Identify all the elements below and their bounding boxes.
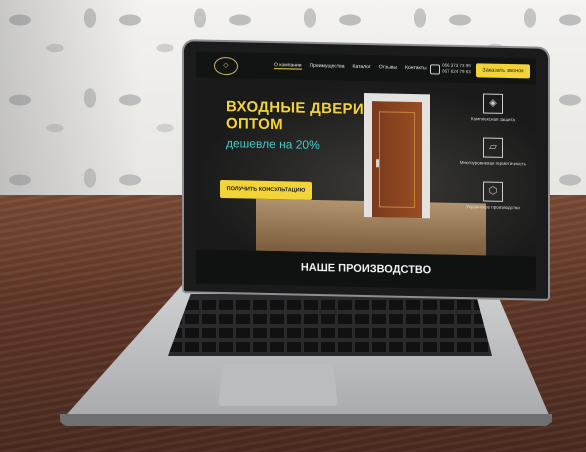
- production-section: НАШЕ ПРОИЗВОДСТВО: [196, 249, 536, 291]
- call-request-button[interactable]: Заказать звонок: [476, 63, 530, 79]
- hero-section: ВХОДНЫЕ ДВЕРИ ОПТОМ дешевле на 20% ПОЛУЧ…: [196, 77, 536, 257]
- menu-item-catalog[interactable]: Каталог: [353, 64, 371, 71]
- laptop-lid: ◇ О компании Преимущества Каталог Отзывы…: [184, 41, 548, 299]
- consultation-button[interactable]: ПОЛУЧИТЬ КОНСУЛЬТАЦИЮ: [220, 179, 312, 200]
- phone-icon: [430, 64, 440, 75]
- hero-title: ВХОДНЫЕ ДВЕРИ ОПТОМ: [226, 98, 364, 135]
- feature-list: ◈ Комплексная защита ▱ Многоуровневая ге…: [458, 93, 528, 210]
- feature-item: ◈ Комплексная защита: [458, 93, 528, 122]
- laptop-photo: ◇ О компании Преимущества Каталог Отзывы…: [0, 0, 586, 452]
- menu-item-about[interactable]: О компании: [274, 62, 302, 70]
- ukraine-map-icon: ⬡: [483, 181, 503, 202]
- trackpad: [218, 364, 338, 406]
- main-menu: О компании Преимущества Каталог Отзывы К…: [274, 62, 427, 72]
- cube-icon: ◈: [483, 93, 503, 114]
- hero-subtitle: дешевле на 20%: [226, 136, 320, 153]
- site-logo[interactable]: ◇: [214, 56, 238, 76]
- feature-label: Комплексная защита: [470, 116, 516, 123]
- menu-item-reviews[interactable]: Отзывы: [379, 64, 397, 71]
- key-row: [168, 300, 492, 310]
- section-title: НАШЕ ПРОИЗВОДСТВО: [300, 261, 432, 277]
- feature-item: ▱ Многоуровневая герметичность: [458, 137, 528, 166]
- phone-number-2[interactable]: 067 624 79 63: [442, 69, 471, 76]
- key-row: [168, 342, 492, 352]
- hero-title-line2: ОПТОМ: [226, 115, 283, 134]
- menu-item-advantages[interactable]: Преимущества: [310, 63, 345, 71]
- key-row: [168, 314, 492, 324]
- door-panel: [379, 111, 415, 209]
- key-row: [168, 328, 492, 338]
- feature-item: ⬡ Украинское производство: [458, 181, 528, 210]
- website-screen: ◇ О компании Преимущества Каталог Отзывы…: [196, 51, 536, 291]
- laptop-base-edge: [60, 414, 552, 426]
- feature-label: Многоуровневая герметичность: [459, 159, 527, 167]
- door-handle: [376, 159, 379, 168]
- phone-numbers: 066 373 73 99 067 624 79 63: [442, 63, 471, 76]
- menu-item-contacts[interactable]: Контакты: [405, 65, 427, 72]
- laptop-keyboard: [168, 294, 492, 356]
- door-frame-icon: ▱: [483, 137, 503, 158]
- shadow: [0, 0, 140, 205]
